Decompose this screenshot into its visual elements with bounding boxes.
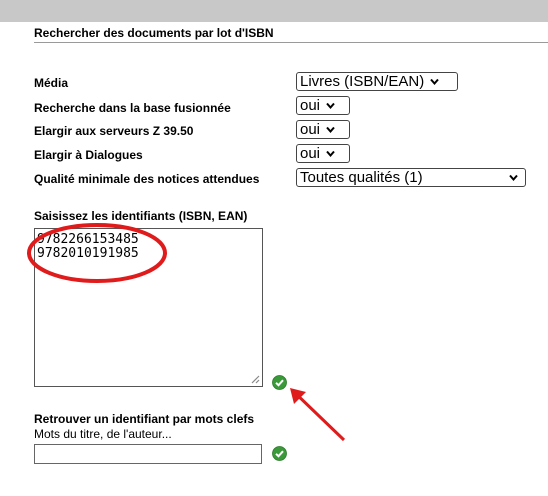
submit-identifiers-button[interactable] <box>272 375 287 390</box>
resize-handle-icon[interactable] <box>250 374 260 384</box>
chevron-down-icon <box>429 76 440 87</box>
merged-base-label: Recherche dans la base fusionnée <box>34 101 231 115</box>
z3950-select[interactable]: oui <box>296 120 350 139</box>
z3950-label: Elargir aux serveurs Z 39.50 <box>34 124 194 138</box>
media-select-value: Livres (ISBN/EAN) <box>300 73 425 90</box>
media-select[interactable]: Livres (ISBN/EAN) <box>296 72 458 91</box>
chevron-down-icon <box>508 172 519 183</box>
chevron-down-icon <box>325 148 336 159</box>
page-title: Rechercher des documents par lot d'ISBN <box>34 26 274 40</box>
dialogues-select-value: oui <box>300 145 321 162</box>
top-bar <box>0 0 548 22</box>
keyword-search-title: Retrouver un identifiant par mots clefs <box>34 412 255 426</box>
quality-label: Qualité minimale des notices attendues <box>34 172 260 186</box>
keyword-search-input[interactable] <box>34 444 262 464</box>
red-arrow-annotation <box>290 388 346 442</box>
check-circle-icon <box>272 446 287 461</box>
identifiers-textarea[interactable]: 9782266153485 9782010191985 <box>34 228 263 387</box>
dialogues-select[interactable]: oui <box>296 144 350 163</box>
z3950-select-value: oui <box>300 121 321 138</box>
submit-keyword-search-button[interactable] <box>272 446 287 461</box>
media-label: Média <box>34 76 69 90</box>
dialogues-label: Elargir à Dialogues <box>34 148 143 162</box>
identifiers-label: Saisissez les identifiants (ISBN, EAN) <box>34 209 248 223</box>
title-underline <box>34 42 548 43</box>
quality-select-value: Toutes qualités (1) <box>300 169 423 186</box>
merged-base-select[interactable]: oui <box>296 96 350 115</box>
check-circle-icon <box>272 375 287 390</box>
chevron-down-icon <box>325 100 336 111</box>
identifier-line: 9782266153485 <box>37 232 139 247</box>
quality-select[interactable]: Toutes qualités (1) <box>296 168 526 187</box>
chevron-down-icon <box>325 124 336 135</box>
keyword-search-subtitle: Mots du titre, de l'auteur... <box>34 427 172 441</box>
identifier-line: 9782010191985 <box>37 246 139 261</box>
merged-base-select-value: oui <box>300 97 321 114</box>
